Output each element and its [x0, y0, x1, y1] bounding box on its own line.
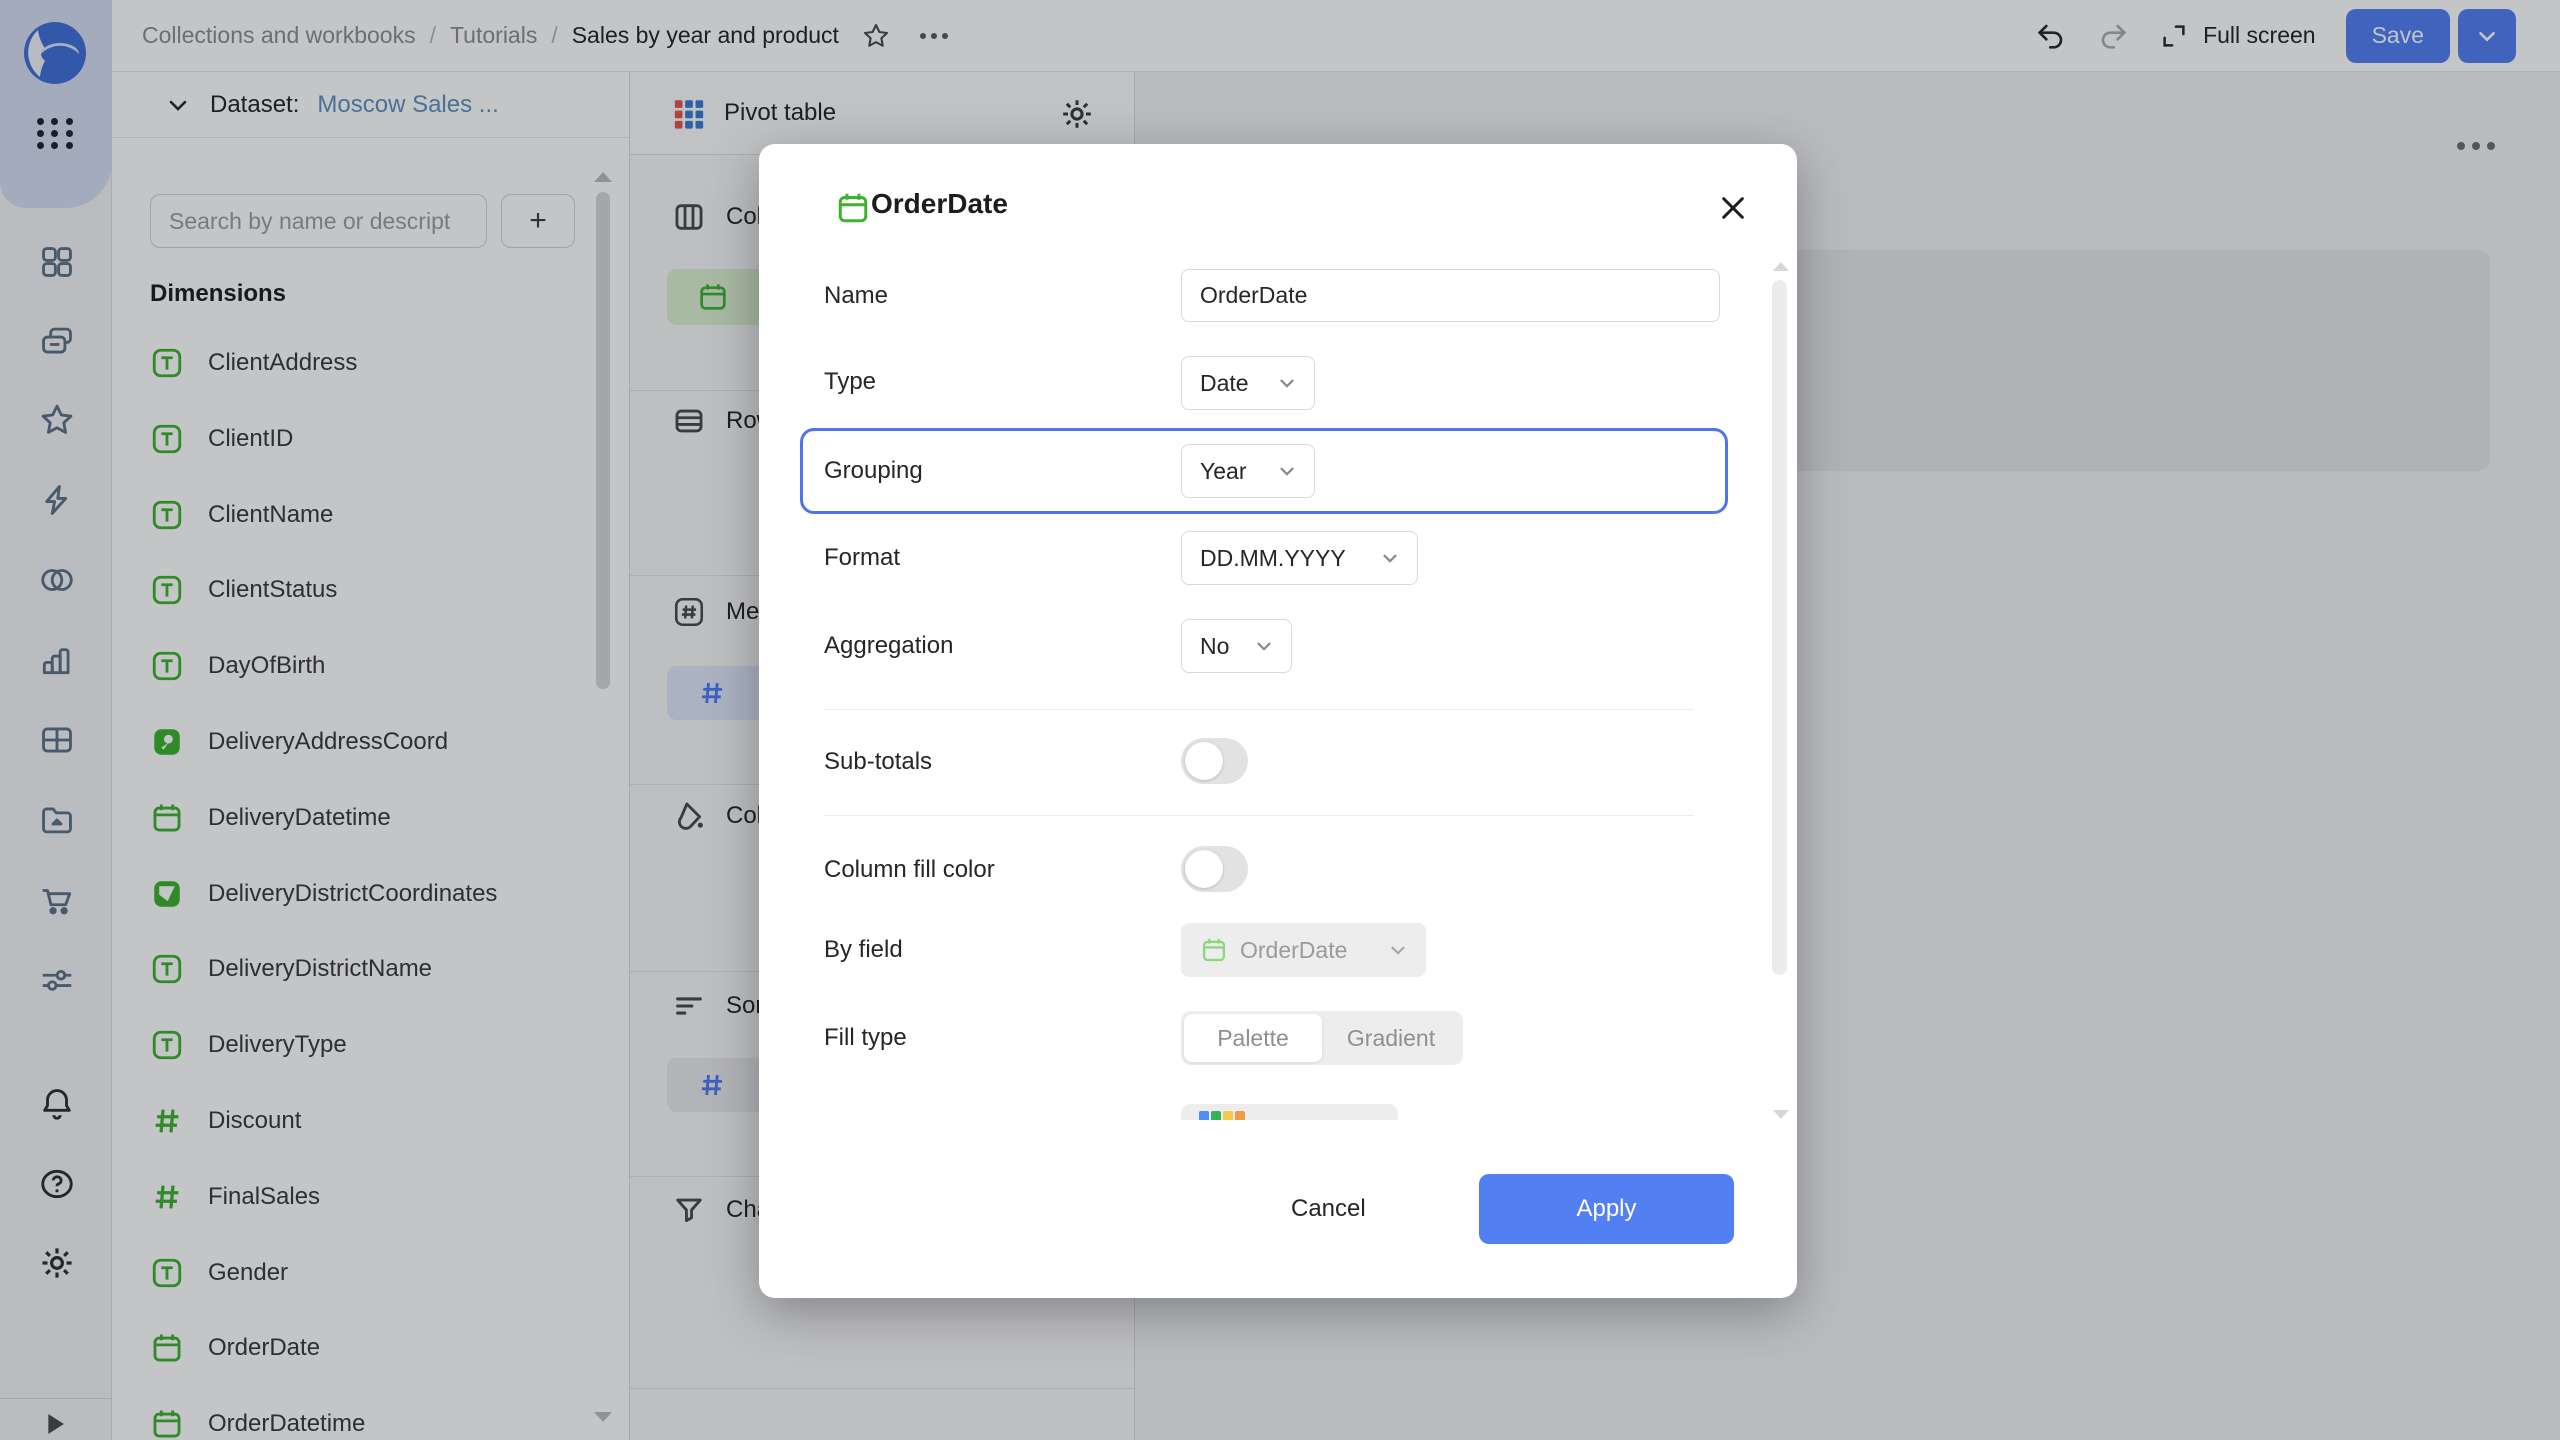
chevron-down-icon [1276, 372, 1298, 394]
type-label: Type [824, 368, 876, 396]
close-icon[interactable] [1711, 186, 1755, 230]
modal-title: OrderDate [871, 188, 1008, 220]
modal-scrollbar[interactable] [1772, 280, 1787, 975]
column-fill-color-toggle[interactable] [1181, 846, 1248, 892]
fill-type-segmented-control: Palette Gradient [1181, 1011, 1463, 1065]
by-field-dropdown[interactable]: OrderDate [1181, 923, 1426, 977]
aggregation-label: Aggregation [824, 632, 953, 660]
format-value: DD.MM.YYYY [1200, 545, 1346, 572]
chevron-down-icon [1276, 460, 1298, 482]
palette-swatch [1223, 1111, 1233, 1120]
by-field-value: OrderDate [1240, 937, 1347, 964]
palette-select-clipped[interactable] [1181, 1104, 1398, 1120]
fill-type-label: Fill type [824, 1024, 907, 1052]
modal-scroll-down-icon[interactable] [1773, 1110, 1789, 1119]
chevron-down-icon [1253, 635, 1275, 657]
by-field-label: By field [824, 936, 903, 964]
format-dropdown[interactable]: DD.MM.YYYY [1181, 531, 1418, 585]
fill-type-option-palette[interactable]: Palette [1184, 1014, 1322, 1062]
type-dropdown[interactable]: Date [1181, 356, 1315, 410]
modal-divider [824, 709, 1694, 710]
name-input[interactable] [1181, 269, 1720, 322]
chevron-down-icon [1379, 547, 1401, 569]
calendar-icon [835, 190, 871, 226]
type-value: Date [1200, 370, 1249, 397]
subtotals-label: Sub-totals [824, 748, 932, 776]
format-label: Format [824, 544, 900, 572]
palette-swatch [1235, 1111, 1245, 1120]
name-label: Name [824, 282, 888, 310]
grouping-value: Year [1200, 458, 1246, 485]
fill-type-option-gradient[interactable]: Gradient [1322, 1014, 1460, 1062]
palette-swatch [1199, 1111, 1209, 1120]
aggregation-value: No [1200, 633, 1229, 660]
field-settings-modal: OrderDate Name Type Date Grouping Year F… [759, 144, 1797, 1298]
grouping-label: Grouping [824, 457, 923, 485]
calendar-icon [1200, 936, 1228, 964]
chevron-down-icon [1387, 939, 1409, 961]
modal-scroll-up-icon[interactable] [1773, 262, 1789, 271]
cancel-button[interactable]: Cancel [1265, 1182, 1392, 1236]
aggregation-dropdown[interactable]: No [1181, 619, 1292, 673]
grouping-dropdown[interactable]: Year [1181, 444, 1315, 498]
app-screen: Collections and workbooks / Tutorials / … [0, 0, 2560, 1440]
subtotals-toggle[interactable] [1181, 738, 1248, 784]
palette-swatch [1211, 1111, 1221, 1120]
apply-button[interactable]: Apply [1479, 1174, 1734, 1244]
modal-divider [824, 815, 1694, 816]
column-fill-color-label: Column fill color [824, 856, 995, 884]
